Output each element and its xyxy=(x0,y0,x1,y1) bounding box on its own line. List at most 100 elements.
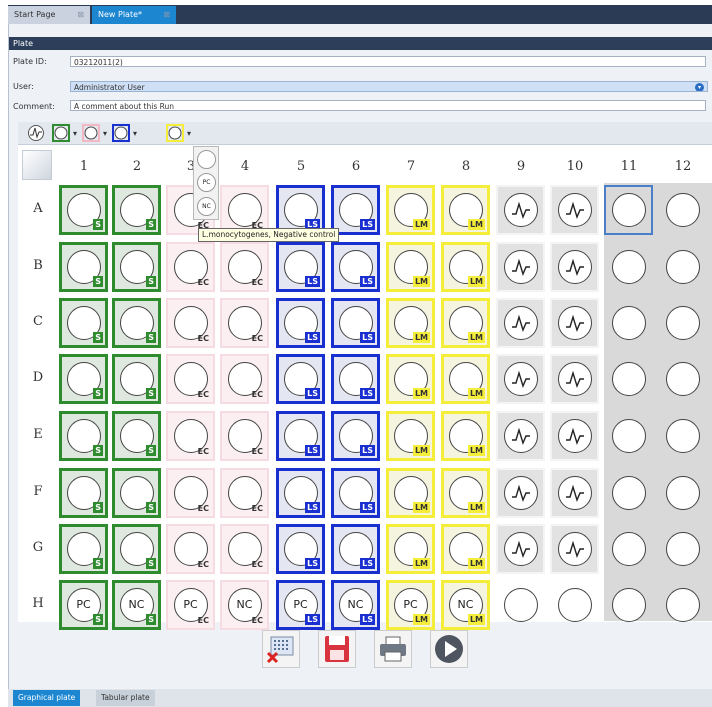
column-header-5[interactable]: 5 xyxy=(281,159,321,174)
column-header-8[interactable]: 8 xyxy=(446,159,486,174)
well-D10[interactable] xyxy=(550,354,599,404)
column-header-7[interactable]: 7 xyxy=(391,159,431,174)
well-B9[interactable] xyxy=(496,242,545,292)
well-G11[interactable] xyxy=(604,524,653,574)
well-C7[interactable]: LM xyxy=(386,298,435,348)
well-C11[interactable] xyxy=(604,298,653,348)
well-C2[interactable]: S xyxy=(112,298,161,348)
well-C10[interactable] xyxy=(550,298,599,348)
column-header-2[interactable]: 2 xyxy=(117,159,157,174)
well-blue-icon[interactable]: ▾ xyxy=(112,124,140,142)
well-F6[interactable]: LS xyxy=(331,468,380,518)
well-C9[interactable] xyxy=(496,298,545,348)
well-B4[interactable]: EC xyxy=(220,242,269,292)
well-G12[interactable] xyxy=(658,524,707,574)
well-H11[interactable] xyxy=(604,580,653,630)
well-F3[interactable]: EC xyxy=(166,468,215,518)
well-D6[interactable]: LS xyxy=(331,354,380,404)
select-all-corner[interactable] xyxy=(22,150,52,180)
well-H5[interactable]: PC LS xyxy=(276,580,325,630)
column-header-12[interactable]: 12 xyxy=(663,159,703,174)
well-H9[interactable] xyxy=(496,580,545,630)
well-H10[interactable] xyxy=(550,580,599,630)
dropdown-item-sample[interactable] xyxy=(197,150,216,169)
row-header-G[interactable]: G xyxy=(30,540,46,555)
well-E2[interactable]: S xyxy=(112,411,161,461)
well-H8[interactable]: NC LM xyxy=(441,580,490,630)
dropdown-item-pc[interactable]: PC xyxy=(197,173,216,192)
well-E3[interactable]: EC xyxy=(166,411,215,461)
well-F10[interactable] xyxy=(550,468,599,518)
column-header-6[interactable]: 6 xyxy=(336,159,376,174)
run-button[interactable] xyxy=(430,630,468,668)
well-C1[interactable]: S xyxy=(59,298,108,348)
well-F5[interactable]: LS xyxy=(276,468,325,518)
well-H4[interactable]: NC EC xyxy=(220,580,269,630)
well-B3[interactable]: EC xyxy=(166,242,215,292)
well-C4[interactable]: EC xyxy=(220,298,269,348)
well-A11[interactable] xyxy=(604,185,653,235)
comment-field[interactable]: A comment about this Run xyxy=(70,100,706,111)
well-A12[interactable] xyxy=(658,185,707,235)
well-D11[interactable] xyxy=(604,354,653,404)
print-button[interactable] xyxy=(374,630,412,668)
well-H7[interactable]: PC LM xyxy=(386,580,435,630)
save-button[interactable] xyxy=(318,630,356,668)
well-C5[interactable]: LS xyxy=(276,298,325,348)
well-D4[interactable]: EC xyxy=(220,354,269,404)
well-A10[interactable] xyxy=(550,185,599,235)
well-E7[interactable]: LM xyxy=(386,411,435,461)
well-E10[interactable] xyxy=(550,411,599,461)
tab-start-page[interactable]: Start Page ⊠ xyxy=(8,6,90,24)
well-D12[interactable] xyxy=(658,354,707,404)
well-G3[interactable]: EC xyxy=(166,524,215,574)
tab-new-plate[interactable]: New Plate* ⊠ xyxy=(92,6,176,24)
well-A1[interactable]: S xyxy=(59,185,108,235)
well-G1[interactable]: S xyxy=(59,524,108,574)
well-yellow-icon[interactable]: ▾ xyxy=(166,124,194,142)
well-H1[interactable]: PC S xyxy=(59,580,108,630)
well-D5[interactable]: LS xyxy=(276,354,325,404)
well-H2[interactable]: NC S xyxy=(112,580,161,630)
plate-id-field[interactable]: 03212011(2) xyxy=(70,56,706,67)
tab-graphical-plate[interactable]: Graphical plate xyxy=(13,690,81,706)
well-A2[interactable]: S xyxy=(112,185,161,235)
column-header-11[interactable]: 11 xyxy=(609,159,649,174)
column-header-4[interactable]: 4 xyxy=(225,159,265,174)
well-D1[interactable]: S xyxy=(59,354,108,404)
well-E4[interactable]: EC xyxy=(220,411,269,461)
chevron-down-icon[interactable]: ▾ xyxy=(695,83,704,91)
well-H3[interactable]: PC EC xyxy=(166,580,215,630)
well-F4[interactable]: EC xyxy=(220,468,269,518)
well-E1[interactable]: S xyxy=(59,411,108,461)
column-header-9[interactable]: 9 xyxy=(501,159,541,174)
well-F7[interactable]: LM xyxy=(386,468,435,518)
well-F11[interactable] xyxy=(604,468,653,518)
well-A9[interactable] xyxy=(496,185,545,235)
well-B6[interactable]: LS xyxy=(331,242,380,292)
well-D7[interactable]: LM xyxy=(386,354,435,404)
column-header-1[interactable]: 1 xyxy=(64,159,104,174)
well-D3[interactable]: EC xyxy=(166,354,215,404)
well-B7[interactable]: LM xyxy=(386,242,435,292)
well-F2[interactable]: S xyxy=(112,468,161,518)
well-D8[interactable]: LM xyxy=(441,354,490,404)
well-B10[interactable] xyxy=(550,242,599,292)
row-header-B[interactable]: B xyxy=(30,258,46,273)
well-D2[interactable]: S xyxy=(112,354,161,404)
well-G4[interactable]: EC xyxy=(220,524,269,574)
well-C8[interactable]: LM xyxy=(441,298,490,348)
well-E8[interactable]: LM xyxy=(441,411,490,461)
well-B12[interactable] xyxy=(658,242,707,292)
well-B11[interactable] xyxy=(604,242,653,292)
well-G10[interactable] xyxy=(550,524,599,574)
well-green-icon[interactable]: ▾ xyxy=(52,124,78,142)
row-header-F[interactable]: F xyxy=(30,484,46,499)
well-G8[interactable]: LM xyxy=(441,524,490,574)
well-F9[interactable] xyxy=(496,468,545,518)
column-header-10[interactable]: 10 xyxy=(555,159,595,174)
well-G2[interactable]: S xyxy=(112,524,161,574)
row-header-D[interactable]: D xyxy=(30,370,46,385)
well-B8[interactable]: LM xyxy=(441,242,490,292)
well-pink-icon[interactable]: ▾ xyxy=(82,124,108,142)
